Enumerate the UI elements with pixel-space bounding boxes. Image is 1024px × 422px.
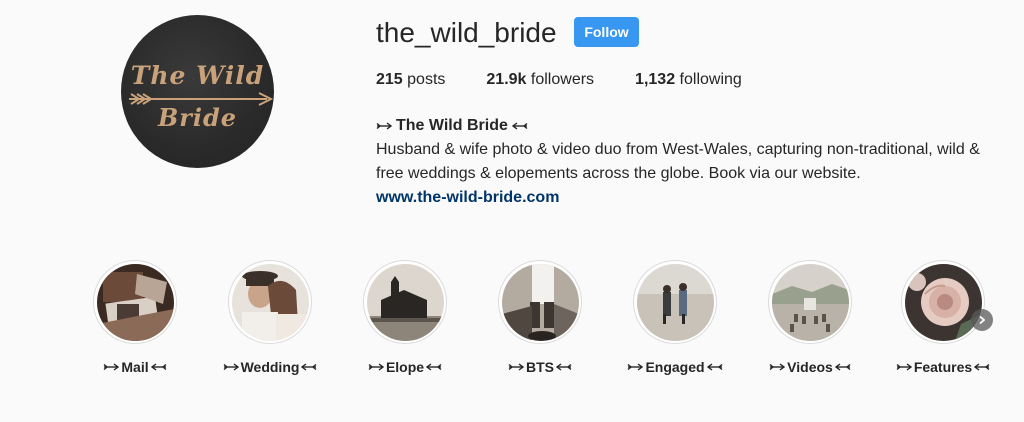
arrow-icon [974, 363, 990, 371]
beach-couple-photo-icon [636, 263, 714, 341]
highlight-ring[interactable] [93, 260, 177, 344]
highlight-videos[interactable]: Videos [743, 260, 877, 375]
following-count: 1,132 [635, 71, 676, 88]
arrow-icon [223, 363, 239, 371]
avatar-logo-text-2: Bride [157, 103, 238, 132]
highlight-ring[interactable] [633, 260, 717, 344]
profile-username: the_wild_bride [376, 17, 557, 48]
bio-name: The Wild Bride [396, 117, 508, 134]
following-stat[interactable]: 1,132 following [635, 70, 742, 90]
arrow-icon [769, 363, 786, 371]
highlight-label-text: Mail [121, 359, 149, 375]
highlight-ring[interactable] [901, 260, 985, 344]
arrow-icon [834, 363, 851, 371]
highlight-label: Elope [338, 359, 472, 375]
arrow-icon [103, 363, 120, 371]
bio-website-link[interactable]: www.the-wild-bride.com [376, 186, 559, 210]
arrow-icon [376, 122, 392, 130]
posts-count: 215 [376, 71, 403, 88]
follow-button[interactable]: Follow [574, 17, 639, 47]
highlight-label: Features [876, 359, 1010, 375]
highlight-label: Mail [68, 359, 202, 375]
highlight-label: BTS [473, 359, 607, 375]
mail-photo-icon [96, 263, 174, 341]
arrow-icon [368, 363, 384, 371]
ceremony-photo-icon [771, 263, 849, 341]
arrow-icon [896, 363, 912, 371]
story-highlights: Mail Wedding Elope BTS Engaged Videos Fe… [0, 260, 1024, 390]
arrow-icon [511, 122, 528, 130]
highlight-label-text: Wedding [240, 359, 300, 375]
highlight-ring[interactable] [363, 260, 447, 344]
rose-photo-icon [904, 263, 982, 341]
arrow-icon [301, 363, 317, 371]
logo-arrow-icon [129, 92, 274, 106]
couple-photo-icon [231, 263, 309, 341]
behind-the-scenes-photo-icon [501, 263, 579, 341]
arrow-icon [150, 363, 167, 371]
highlight-ring[interactable] [228, 260, 312, 344]
highlight-ring[interactable] [498, 260, 582, 344]
following-label: following [679, 71, 742, 88]
profile-stats: 215 posts 21.9k followers 1,132 followin… [376, 70, 783, 90]
highlight-wedding[interactable]: Wedding [203, 260, 337, 375]
bio-text: Husband & wife photo & video duo from We… [376, 141, 980, 182]
highlight-elope[interactable]: Elope [338, 260, 472, 375]
highlight-label-text: Videos [787, 359, 833, 375]
highlight-mail[interactable]: Mail [68, 260, 202, 375]
posts-stat[interactable]: 215 posts [376, 70, 445, 90]
highlight-engaged[interactable]: Engaged [608, 260, 742, 375]
followers-label: followers [530, 71, 595, 88]
arrow-icon [627, 363, 644, 371]
arrow-icon [426, 363, 442, 371]
highlight-bts[interactable]: BTS [473, 260, 607, 375]
chevron-right-icon [979, 315, 986, 325]
highlight-label-text: BTS [526, 359, 554, 375]
bio-name-row: The Wild Bride [376, 114, 1006, 138]
highlight-label: Engaged [608, 359, 742, 375]
profile-avatar[interactable]: The Wild Bride [121, 15, 274, 168]
arrow-icon [706, 363, 723, 371]
highlight-ring[interactable] [768, 260, 852, 344]
profile-bio: The Wild Bride Husband & wife photo & vi… [376, 114, 1006, 210]
highlight-label: Wedding [203, 359, 337, 375]
arrow-icon [556, 363, 572, 371]
highlights-next-button[interactable] [971, 309, 993, 331]
highlight-label-text: Elope [385, 359, 425, 375]
highlight-label: Videos [743, 359, 877, 375]
highlight-label-text: Engaged [645, 359, 705, 375]
followers-count: 21.9k [486, 71, 527, 88]
church-photo-icon [366, 263, 444, 341]
highlight-label-text: Features [913, 359, 973, 375]
posts-label: posts [407, 71, 446, 88]
followers-stat[interactable]: 21.9k followers [486, 70, 594, 90]
arrow-icon [508, 363, 524, 371]
